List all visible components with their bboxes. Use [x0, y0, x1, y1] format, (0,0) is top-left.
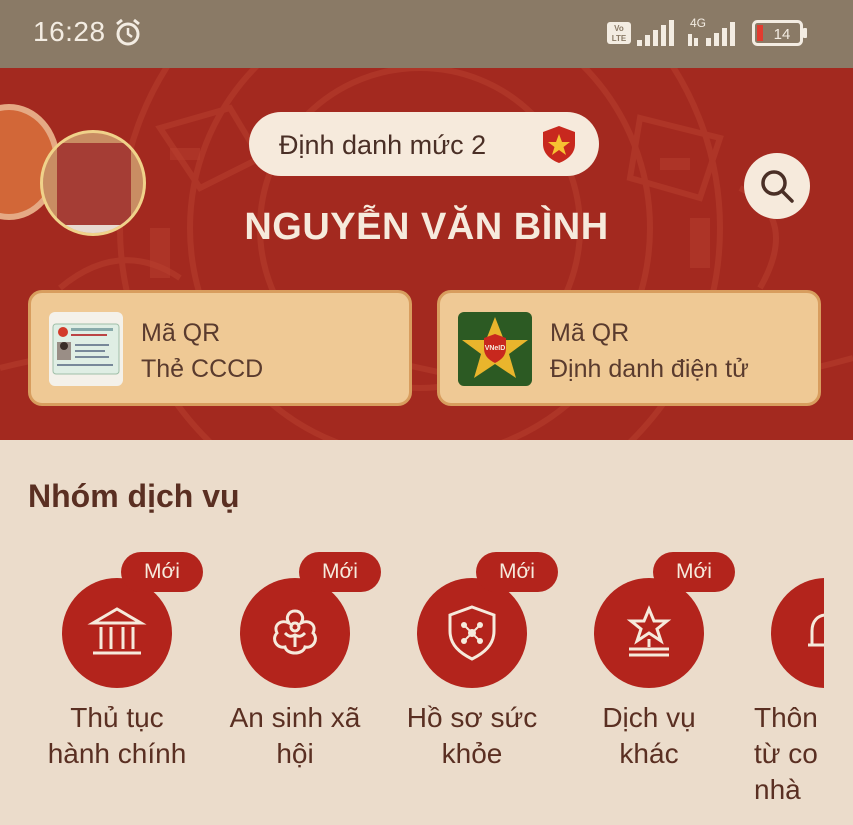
id-card-thumbnail: [49, 312, 123, 386]
battery-level: 14: [774, 26, 791, 43]
qr-cccd-title: Mã QR: [141, 319, 221, 347]
signal-4g-icon: 4G: [688, 16, 735, 46]
service-label-line: hành chính: [47, 738, 187, 769]
service-icon-circle: [771, 578, 824, 688]
service-other[interactable]: Mới Dịch vụ khác: [559, 550, 739, 820]
service-label-line: từ co: [754, 738, 818, 769]
alarm-icon: [116, 18, 140, 46]
new-badge: Mới: [299, 552, 381, 592]
search-icon: [761, 170, 794, 203]
service-group-title: Nhóm dịch vụ: [28, 478, 240, 514]
new-badge: Mới: [653, 552, 735, 592]
vneid-logo-icon: VNeID: [458, 312, 532, 386]
service-label-line: An sinh xã: [229, 702, 361, 733]
service-label-line: khỏe: [441, 738, 503, 769]
service-health-record[interactable]: Mới Hồ sơ sức khỏe: [382, 550, 562, 820]
service-label: Thủ tục hành chính: [27, 700, 207, 772]
bell-icon: [808, 613, 824, 647]
qr-digital-id-card[interactable]: VNeID Mã QR Định danh điện tử: [437, 290, 821, 406]
social-welfare-icon: [273, 609, 317, 655]
star-podium-icon: [626, 605, 672, 657]
service-label-line: hội: [276, 738, 314, 769]
service-icon-circle: [417, 578, 527, 688]
qr-cccd-subtitle: Thẻ CCCD: [141, 355, 264, 383]
svg-text:VNeID: VNeID: [485, 345, 506, 352]
service-administrative-procedures[interactable]: Mới Thủ tục hành chính: [27, 550, 207, 820]
clock-time: 16:28: [33, 16, 106, 47]
volte-icon: Vo LTE: [607, 22, 631, 44]
new-badge: Mới: [121, 552, 203, 592]
star-shield-icon: [543, 126, 575, 163]
qr-digital-id-title: Mã QR: [550, 319, 630, 347]
qr-cccd-card[interactable]: Mã QR Thẻ CCCD: [28, 290, 412, 406]
new-badge: Mới: [476, 552, 558, 592]
service-label: Thôn từ co nhà: [754, 700, 824, 808]
service-label-line: Hồ sơ sức: [406, 702, 538, 733]
service-information-notice[interactable]: Thôn từ co nhà: [736, 550, 824, 820]
identity-level-badge[interactable]: Định danh mức 2: [249, 112, 599, 176]
service-label-line: Thủ tục: [70, 702, 164, 733]
qr-digital-id-subtitle: Định danh điện tử: [550, 355, 749, 383]
service-icon-circle: [62, 578, 172, 688]
service-label-line: khác: [619, 738, 679, 769]
government-building-icon: [87, 607, 147, 655]
user-full-name: NGUYỄN VĂN BÌNH: [244, 206, 609, 248]
svg-text:LTE: LTE: [612, 34, 627, 43]
signal-strength-icon: [637, 20, 674, 46]
network-type-label: 4G: [690, 16, 706, 30]
service-icon-circle: [594, 578, 704, 688]
service-social-welfare[interactable]: Mới An sinh xã hội: [205, 550, 385, 820]
service-label-line: nhà: [754, 774, 801, 805]
service-label-line: Thôn: [754, 702, 818, 733]
service-icon-circle: [240, 578, 350, 688]
status-bar: 16:28 Vo LTE 4G 14: [0, 0, 853, 68]
service-label: Dịch vụ khác: [559, 700, 739, 772]
health-shield-icon: [448, 605, 496, 661]
svg-text:Vo: Vo: [614, 24, 624, 33]
identity-level-label: Định danh mức 2: [279, 130, 487, 160]
service-label-line: Dịch vụ: [602, 702, 696, 733]
battery-icon: 14: [752, 20, 807, 46]
service-label: Hồ sơ sức khỏe: [382, 700, 562, 772]
service-label: An sinh xã hội: [205, 700, 385, 772]
